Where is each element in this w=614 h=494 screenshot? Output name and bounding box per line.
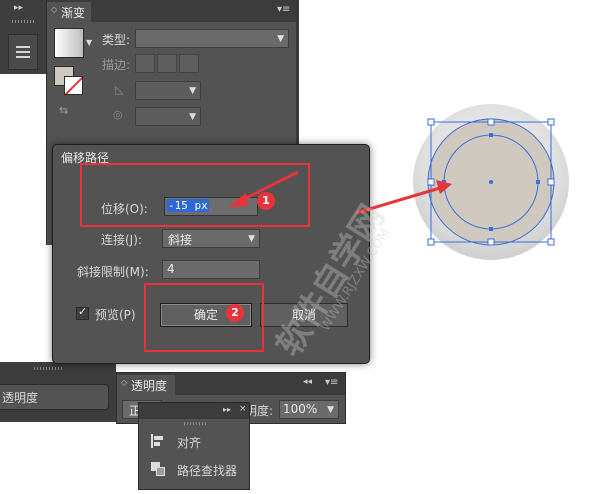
angle-dropdown[interactable]: ▼	[135, 81, 201, 100]
stroke-gradient-along-icon[interactable]	[157, 54, 177, 73]
opacity-value: 100%	[283, 402, 318, 416]
annotation-box-1	[80, 163, 310, 227]
tab-chevron-icon: ◇	[51, 5, 58, 14]
angle-icon: ◺	[115, 83, 124, 96]
outer-gradient-circle	[413, 104, 569, 260]
gradient-swatch[interactable]	[54, 28, 84, 58]
menu-item-pathfinder[interactable]: 路径查找器	[139, 459, 249, 481]
menu-item-align[interactable]: 对齐	[139, 431, 249, 453]
annotation-box-2	[144, 283, 264, 352]
stroke-none-swatch[interactable]	[64, 76, 83, 95]
tab-chevron-icon: ◇	[121, 378, 128, 387]
offset-shape	[427, 118, 555, 246]
miter-limit-value: 4	[167, 262, 175, 276]
tab-transparency[interactable]: ◇ 透明度	[117, 375, 175, 395]
inner-path	[443, 134, 539, 230]
collapse-arrows-icon[interactable]: ▸▸	[14, 3, 23, 13]
aspect-dropdown[interactable]: ▼	[135, 107, 201, 126]
bottom-left-dock: 透明度	[0, 362, 116, 422]
close-icon[interactable]: ×	[239, 404, 247, 414]
selection-bounding-box	[430, 121, 552, 243]
menu-icon[interactable]	[8, 34, 38, 70]
floating-grip[interactable]	[184, 422, 206, 425]
annotation-badge-1: 1	[257, 192, 275, 210]
checkmark-icon: ✓	[78, 305, 88, 318]
tab-transparency-label: 透明度	[131, 379, 168, 393]
stroke-gradient-within-icon[interactable]	[135, 54, 155, 73]
stroke-label: 描边:	[102, 58, 131, 72]
panel-grip[interactable]	[12, 20, 34, 23]
chevron-down-icon: ▼	[327, 404, 334, 415]
join-label: 连接(J):	[101, 233, 142, 247]
panel-menu-icon[interactable]: ▾≡	[325, 377, 338, 388]
chevron-down-icon: ▼	[277, 33, 284, 44]
selection-handles	[427, 118, 555, 246]
preview-checkbox[interactable]: ✓	[76, 305, 89, 320]
floating-panel-header	[139, 403, 249, 419]
menu-item-align-label: 对齐	[177, 436, 202, 450]
floating-panel-menu: ▸▸ × 对齐 路径查找器	[138, 402, 250, 490]
menu-item-pathfinder-label: 路径查找器	[177, 464, 238, 478]
miter-limit-input[interactable]: 4	[162, 260, 260, 279]
dock-grip[interactable]	[34, 367, 64, 370]
align-icon	[151, 434, 165, 448]
annotation-badge-2: 2	[226, 304, 244, 322]
transparency-collapsed-label: 透明度	[2, 391, 39, 405]
chevron-down-icon: ▼	[189, 85, 196, 96]
chevron-down-icon: ▼	[248, 233, 255, 244]
swatch-dropdown-icon[interactable]: ▼	[86, 38, 92, 47]
join-dropdown[interactable]: 斜接 ▼	[162, 229, 260, 248]
opacity-field[interactable]: 100% ▼	[279, 400, 339, 419]
type-dropdown[interactable]: ▼	[135, 29, 289, 48]
panel-menu-icon[interactable]: ▾≡	[277, 4, 290, 15]
aspect-ratio-icon: ◎	[113, 108, 123, 121]
stroke-gradient-across-icon[interactable]	[179, 54, 199, 73]
pathfinder-icon	[151, 462, 165, 476]
tab-gradient-label: 渐变	[61, 6, 86, 20]
tab-gradient[interactable]: ◇ 渐变	[47, 2, 91, 22]
reverse-gradient-icon[interactable]: ⇆	[59, 104, 75, 118]
collapsed-panel-dock: ▸▸	[0, 0, 46, 74]
anchor-points	[442, 133, 540, 231]
chevron-down-icon: ▼	[189, 111, 196, 122]
transparency-collapsed-tab[interactable]: 透明度	[0, 384, 109, 410]
join-value: 斜接	[168, 233, 193, 247]
miter-limit-label: 斜接限制(M):	[77, 265, 149, 279]
preview-label[interactable]: 预览(P)	[95, 306, 136, 323]
collapse-arrows-icon[interactable]: ▸▸	[223, 405, 231, 414]
type-label: 类型:	[102, 33, 131, 47]
collapse-arrows-icon[interactable]: ◂◂	[303, 377, 312, 387]
